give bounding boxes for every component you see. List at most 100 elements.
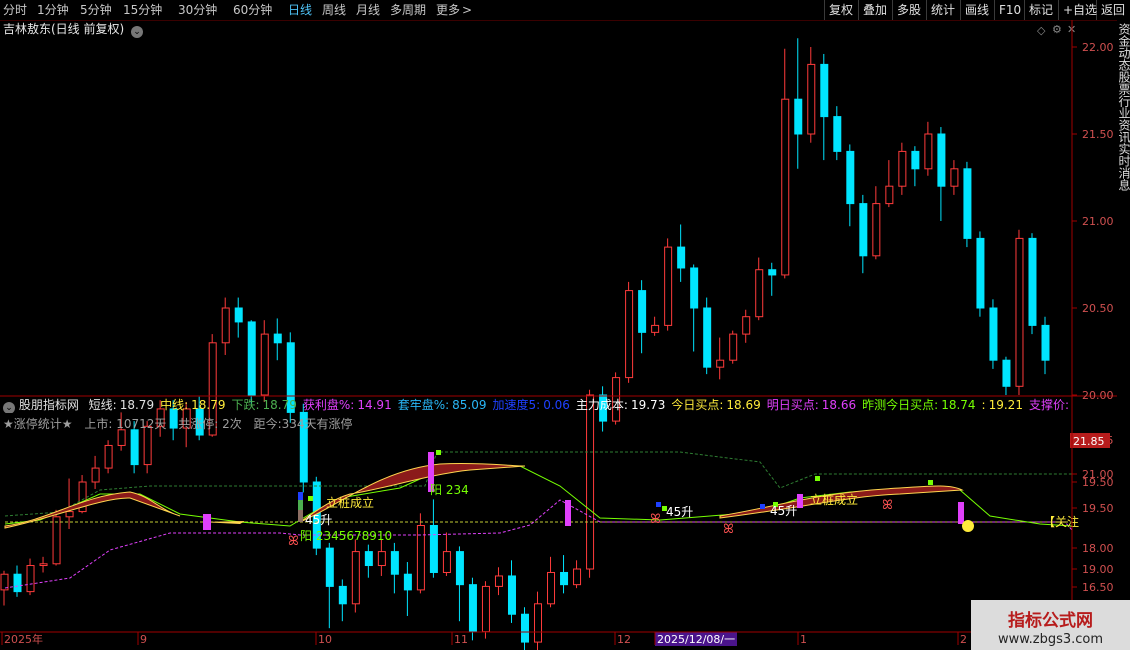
candle-down [130, 429, 139, 466]
candle-down [768, 269, 777, 276]
candle-up [807, 63, 816, 135]
indicator-label: 支撑价: [1028, 398, 1069, 412]
butterfly-icon: ꕤ [723, 522, 734, 537]
butterfly-icon: ꕤ [882, 498, 893, 513]
candle-up [104, 444, 113, 469]
signal-bar [797, 494, 803, 508]
candle-up [573, 568, 582, 586]
candle-down [247, 321, 256, 396]
butterfly-icon: ꕤ [650, 512, 661, 527]
candle-down [794, 98, 803, 135]
price-tick-label: 19.00 [1082, 563, 1114, 576]
candle-up [377, 551, 386, 567]
candle-up [221, 307, 230, 344]
indicator-label: 套牢盘%: [397, 398, 450, 412]
ind-tick-label: 19.50 [1082, 502, 1114, 515]
indicator-value: 18.79 [119, 398, 155, 412]
candle-down [468, 584, 477, 633]
stats-listed: 上市: 10712天 [84, 417, 167, 431]
candle-down [690, 267, 699, 309]
candle-down [911, 150, 920, 170]
annotation-label: 阳 2345678910 [300, 529, 392, 543]
candle-down [989, 307, 998, 361]
indicator-value: 19.21 [988, 398, 1023, 412]
indicator-label: 明日买点: [766, 398, 819, 412]
candle-down [859, 203, 868, 257]
stats-since: 距今:334天有涨停 [253, 417, 353, 431]
candle-down [403, 573, 412, 591]
candle-up [885, 185, 894, 205]
candle-up [1015, 237, 1024, 387]
signal-bar [298, 500, 303, 510]
indicator-item-3: 获利盘%: 14.91 [303, 398, 392, 412]
lower-band-line [4, 499, 1073, 589]
candle-up [143, 425, 152, 466]
annotation-label: 45升 [305, 513, 332, 527]
date-label: 1 [800, 633, 807, 646]
chevron-down-icon[interactable]: ⌄ [3, 402, 15, 413]
signal-bar [298, 510, 303, 522]
trend-line [4, 465, 1073, 527]
watermark-url: www.zbgs3.com [997, 632, 1104, 647]
candle-down [703, 307, 712, 368]
signal-bar [203, 514, 211, 530]
annotation-label: 阳 234 [430, 483, 469, 497]
candle-up [481, 585, 490, 633]
date-label: 11 [454, 633, 468, 646]
candle-down [963, 168, 972, 239]
candle-down [429, 525, 438, 573]
indicator-item-1: 中线: 18.79 [160, 398, 225, 412]
date-label: 10 [318, 633, 332, 646]
indicator-value: 18.79 [262, 398, 297, 412]
alert-dot [962, 520, 974, 532]
indicator-item-8: 明日买点: 18.66 [767, 398, 856, 412]
indicator-label: 下跌: [231, 398, 260, 412]
indicator-item-0: 短线: 18.79 [89, 398, 154, 412]
indicator-item-4: 套牢盘%: 85.09 [398, 398, 487, 412]
butterfly-icon: ꕤ [288, 534, 299, 549]
candle-up [65, 511, 74, 518]
price-tick-label: 19.50 [1082, 476, 1114, 489]
indicator-label: 今日买点: [671, 398, 724, 412]
indicator-label: 获利盘%: [302, 398, 355, 412]
candle-up [664, 246, 673, 326]
indicator-value: 18.69 [726, 398, 761, 412]
candle-up [872, 203, 881, 257]
candle-up [755, 269, 764, 318]
indicator-name[interactable]: 股朋指标网 [19, 398, 79, 412]
news-strip[interactable]: 资金动态股票行业资讯实时消息 [1117, 20, 1130, 398]
candle-up [651, 324, 660, 333]
price-tick-label: 21.50 [1082, 128, 1114, 141]
candle-up [534, 603, 543, 643]
signal-bar [958, 502, 964, 524]
watermark-title: 指标公式网 [1008, 611, 1093, 631]
price-tick-label: 22.00 [1082, 41, 1114, 54]
date-label: 2025/12/08/一 [657, 633, 735, 646]
candle-down [820, 63, 829, 118]
candle-up [586, 394, 595, 570]
candle-down [560, 571, 569, 586]
indicator-item-10: :19.21 [982, 398, 1023, 412]
annotation-label: 45升 [770, 504, 797, 518]
candle-down [364, 551, 373, 567]
candle-down [1041, 324, 1050, 361]
price-chart[interactable]: ꕤꕤꕤꕤ立桩成立 立桩成立阳 234阳 234567891045升45升 45升【关… [0, 0, 1130, 650]
candle-down [846, 150, 855, 205]
indicator-item-9: 昨测今日买点: 18.74 [862, 398, 975, 412]
indicator-value: 18.74 [941, 398, 976, 412]
indicator-label: 短线: [88, 398, 117, 412]
news-strip-text[interactable]: 资金动态股票行业资讯实时消息 [1117, 23, 1130, 191]
indicator-label: : [981, 398, 986, 412]
candle-down [638, 290, 647, 333]
indicator-item-5: 加速度5: 0.06 [493, 398, 570, 412]
watermark: 指标公式网 www.zbgs3.com [971, 600, 1130, 650]
candle-up [781, 98, 790, 276]
signal-dot [928, 480, 933, 485]
stats-title: ★涨停统计★ [3, 417, 73, 431]
signal-bar [298, 492, 303, 500]
indicator-value: 14.91 [357, 398, 392, 412]
candle-down [1002, 359, 1011, 387]
candle-up [716, 359, 725, 368]
annotation-label: 立桩成立 [810, 492, 858, 507]
candle-up [442, 551, 451, 573]
